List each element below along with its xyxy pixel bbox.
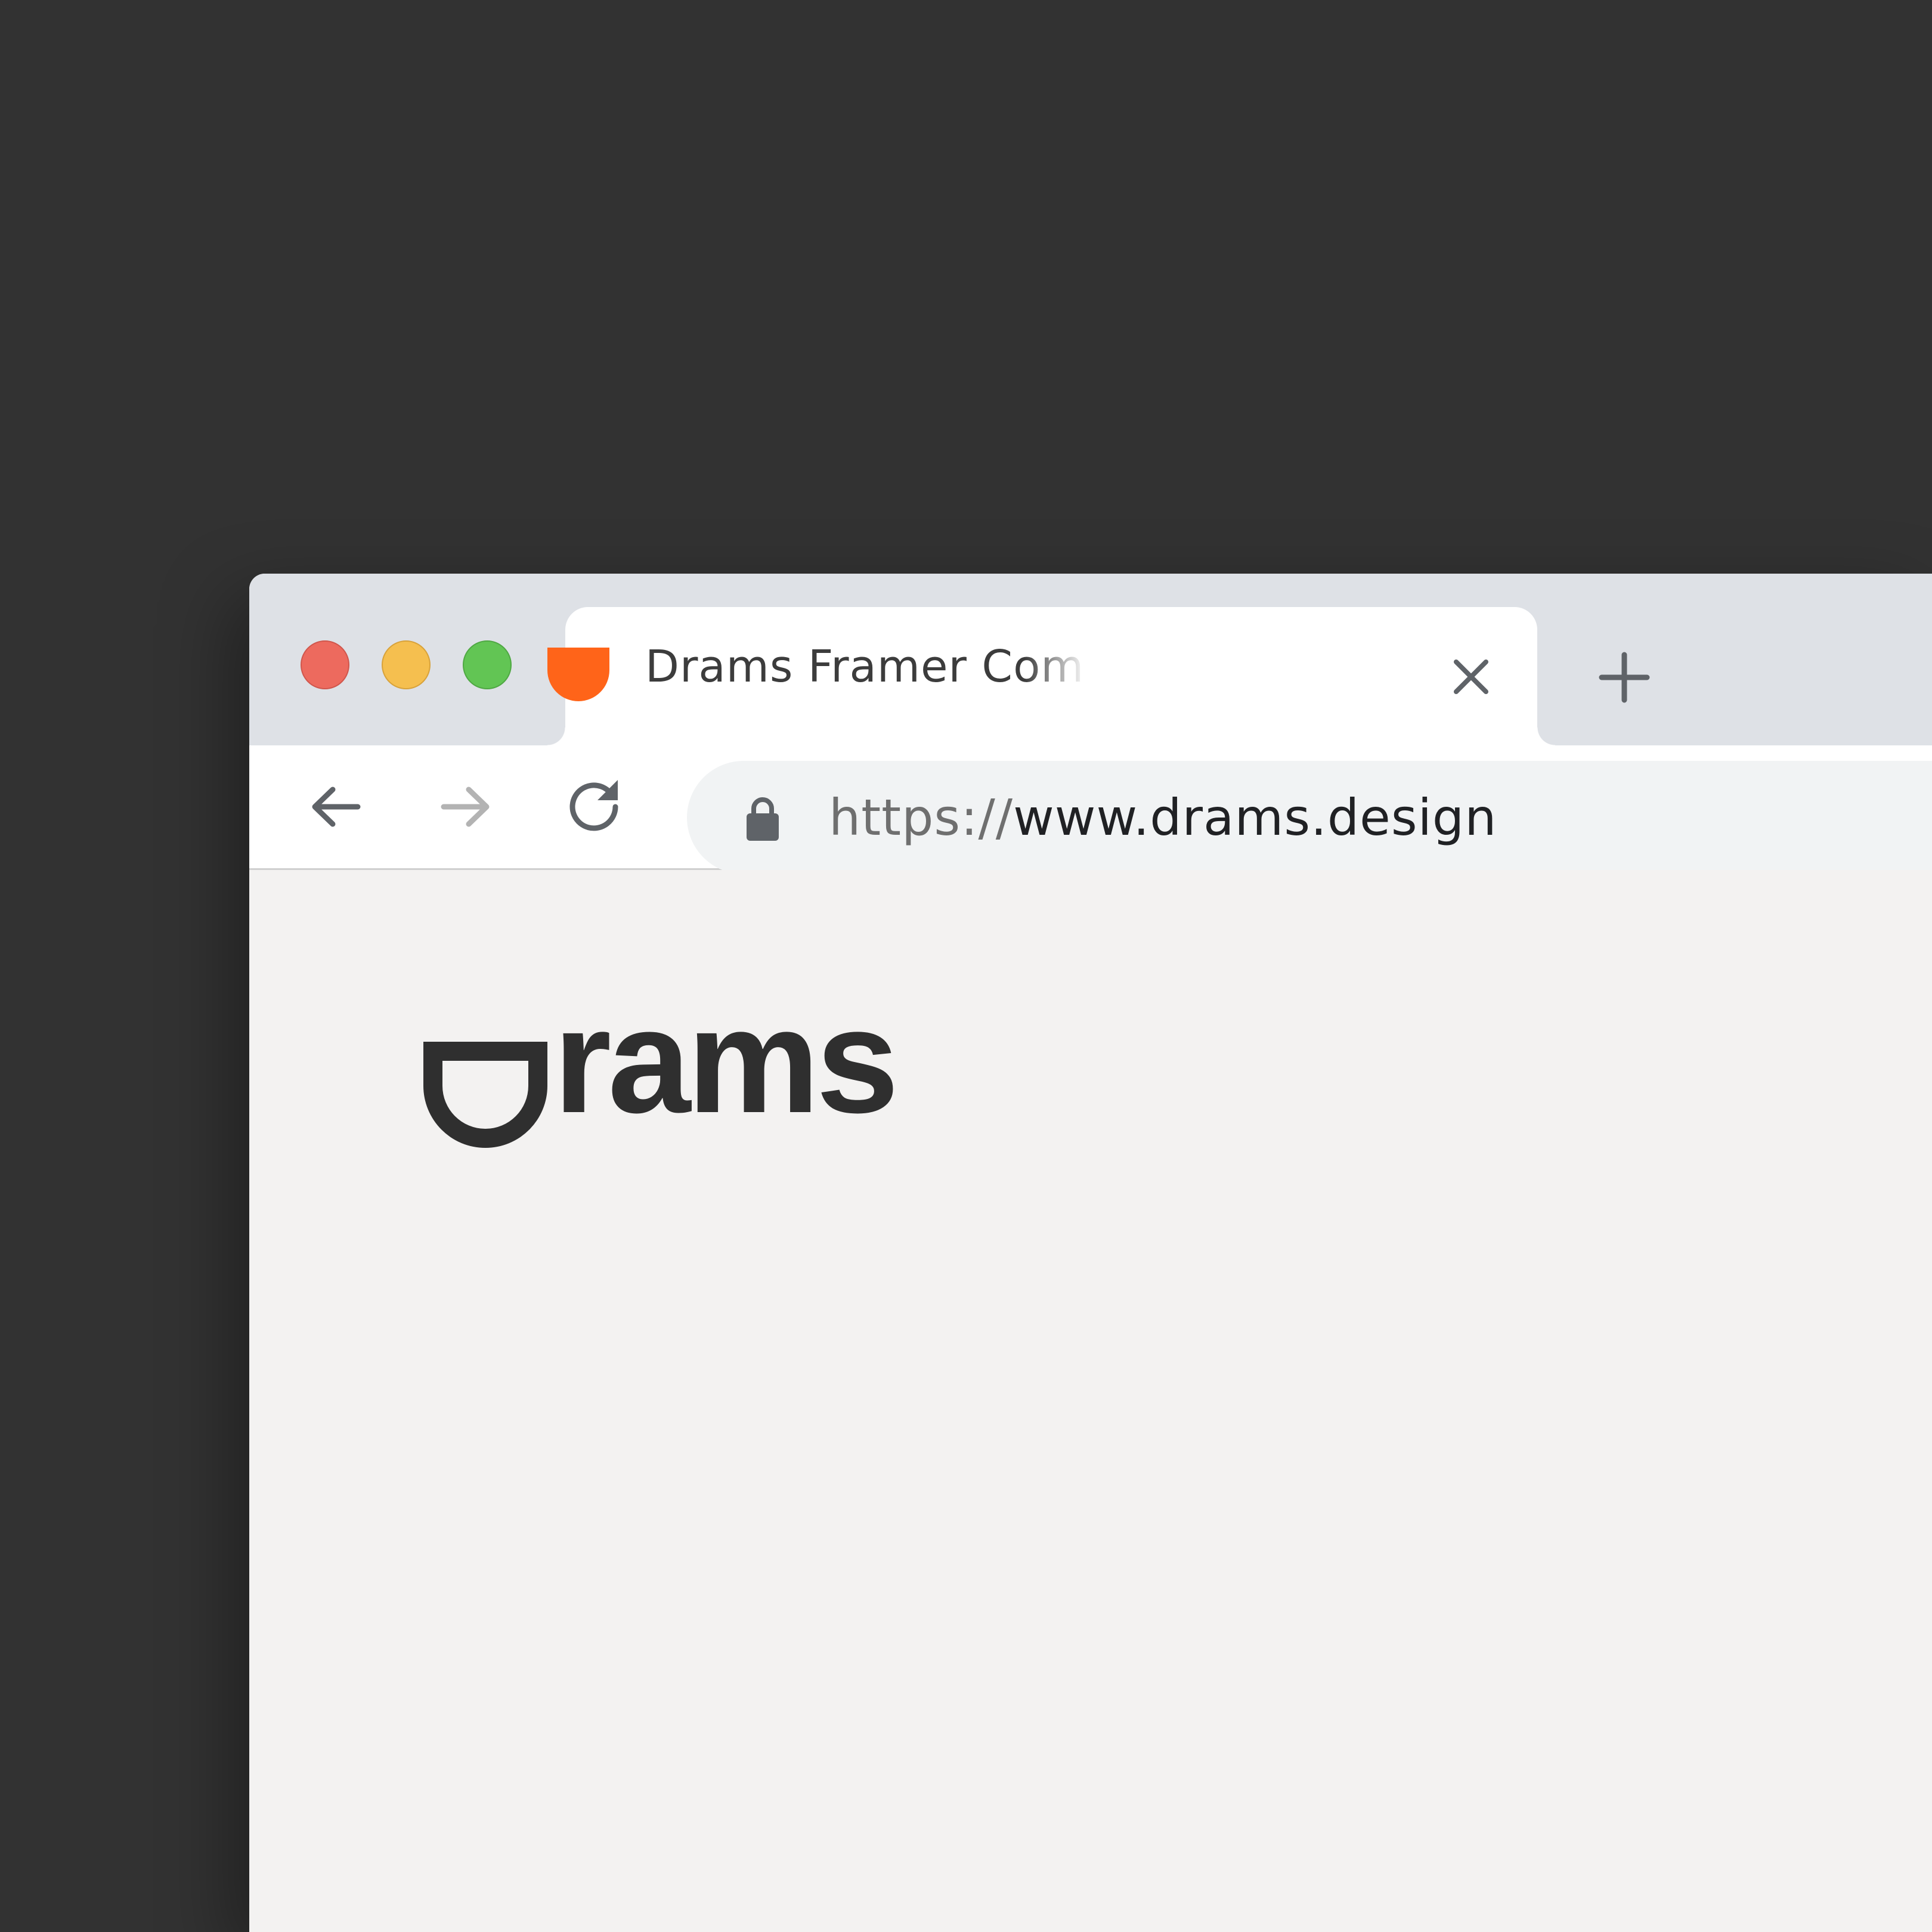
logo-text: rams	[553, 977, 899, 1144]
logo-mark-icon	[423, 1042, 547, 1148]
tab-title: Drams Framer Component Design	[645, 641, 1086, 692]
browser-toolbar: https://www.drams.design	[249, 745, 1932, 874]
arrow-left-icon[interactable]	[303, 774, 369, 840]
url-host: www.drams.design	[1013, 788, 1497, 847]
maximize-window-button[interactable]	[463, 640, 512, 689]
tab-strip: Drams Framer Component Design	[249, 574, 1932, 745]
close-icon[interactable]	[1449, 655, 1493, 699]
address-bar[interactable]: https://www.drams.design	[687, 761, 1932, 874]
url-scheme: https://	[829, 788, 1014, 847]
minimize-window-button[interactable]	[382, 640, 431, 689]
url-text[interactable]: https://www.drams.design	[829, 761, 1497, 874]
page-content: rams	[249, 870, 1932, 1932]
close-window-button[interactable]	[301, 640, 349, 689]
browser-window: Drams Framer Component Design https://ww…	[249, 574, 1932, 1932]
lock-icon	[747, 797, 779, 841]
plus-icon[interactable]	[1596, 649, 1653, 706]
reload-icon[interactable]	[563, 774, 628, 840]
arrow-right-icon[interactable]	[433, 774, 499, 840]
